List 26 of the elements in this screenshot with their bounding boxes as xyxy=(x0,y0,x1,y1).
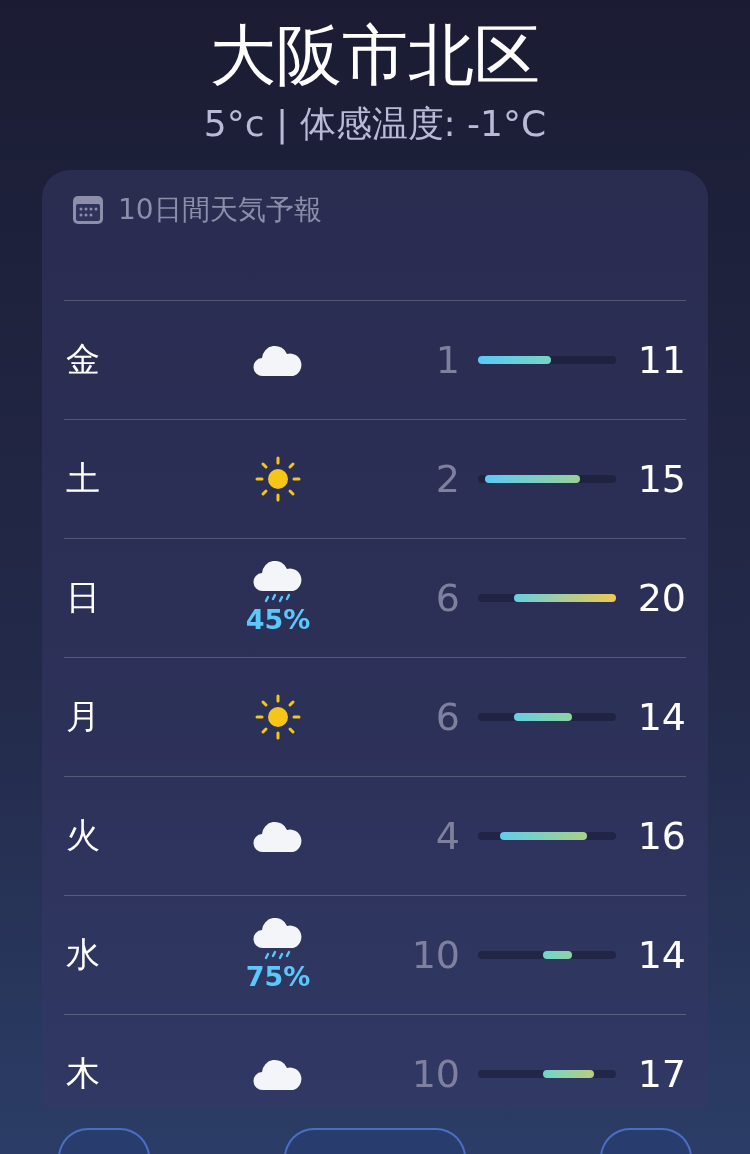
low-temperature: 1 xyxy=(434,338,460,382)
precipitation-chance: 45% xyxy=(245,605,311,635)
high-temperature: 14 xyxy=(636,695,686,739)
high-temperature: 15 xyxy=(636,457,686,501)
high-temperature: 20 xyxy=(636,576,686,620)
weekday-label: 月 xyxy=(65,695,101,738)
low-temperature: 2 xyxy=(434,457,460,501)
weekday-label: 日 xyxy=(65,576,101,619)
high-temperature: 16 xyxy=(636,814,686,858)
high-temperature: 11 xyxy=(636,338,686,382)
low-temperature: 4 xyxy=(434,814,460,858)
low-temperature: 6 xyxy=(434,695,460,739)
forecast-header: 10日間天気予報 xyxy=(118,192,322,228)
weekday-label: 金 xyxy=(65,338,101,381)
high-temperature: 17 xyxy=(636,1052,686,1096)
city-title: 大阪市北区 xyxy=(210,18,540,94)
high-temperature: 14 xyxy=(636,933,686,977)
precipitation-chance: 75% xyxy=(245,962,311,992)
low-temperature: 6 xyxy=(434,576,460,620)
weekday-label: 土 xyxy=(65,457,101,500)
temperature-summary: 5°c | 体感温度: -1°C xyxy=(203,102,547,147)
low-temperature: 10 xyxy=(410,933,460,977)
weekday-label: 水 xyxy=(65,933,101,976)
weekday-label: 火 xyxy=(65,814,101,857)
weekday-label: 木 xyxy=(65,1052,101,1095)
low-temperature: 10 xyxy=(410,1052,460,1096)
